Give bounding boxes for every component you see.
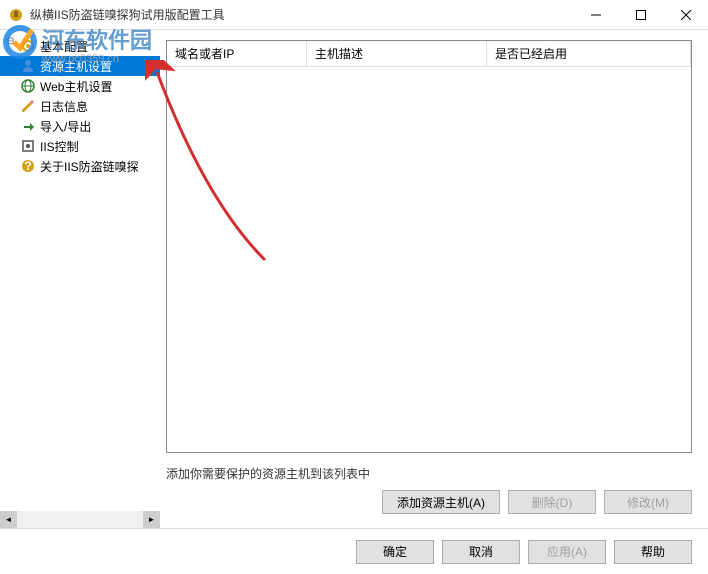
sidebar-item-basic-config[interactable]: 基本配置 <box>0 36 160 56</box>
apply-button[interactable]: 应用(A) <box>528 540 606 564</box>
sidebar-item-label: 基本配置 <box>40 38 88 55</box>
edit-button[interactable]: 修改(M) <box>604 490 692 514</box>
sidebar-item-label: 关于IIS防盗链嗅探 <box>40 158 139 175</box>
sidebar-item-label: 日志信息 <box>40 98 88 115</box>
content-panel: 域名或者IP 主机描述 是否已经启用 添加你需要保护的资源主机到该列表中 添加资… <box>160 30 708 528</box>
column-enabled[interactable]: 是否已经启用 <box>487 41 691 66</box>
column-host-desc[interactable]: 主机描述 <box>307 41 487 66</box>
maximize-button[interactable] <box>618 0 663 29</box>
svg-text:?: ? <box>24 159 31 173</box>
host-table: 域名或者IP 主机描述 是否已经启用 <box>166 40 692 453</box>
scroll-right-button[interactable]: ► <box>143 511 160 528</box>
arrow-icon <box>20 118 36 134</box>
window-title: 纵横IIS防盗链嗅探狗试用版配置工具 <box>30 6 573 23</box>
sidebar-item-about[interactable]: ? 关于IIS防盗链嗅探 <box>0 156 160 176</box>
app-icon <box>8 7 24 23</box>
add-host-button[interactable]: 添加资源主机(A) <box>382 490 500 514</box>
scroll-left-button[interactable]: ◄ <box>0 511 17 528</box>
delete-button[interactable]: 删除(D) <box>508 490 596 514</box>
close-button[interactable] <box>663 0 708 29</box>
sidebar-horizontal-scrollbar[interactable]: ◄ ► <box>0 511 160 528</box>
sidebar-item-iis-control[interactable]: IIS控制 <box>0 136 160 156</box>
sidebar-item-label: IIS控制 <box>40 138 79 155</box>
table-body[interactable] <box>167 67 691 437</box>
info-icon: ? <box>20 158 36 174</box>
help-button[interactable]: 帮助 <box>614 540 692 564</box>
sidebar-item-resource-host[interactable]: 资源主机设置 <box>0 56 160 76</box>
sidebar-item-label: 导入/导出 <box>40 118 91 135</box>
scroll-track[interactable] <box>17 511 143 528</box>
gear-icon <box>20 38 36 54</box>
cancel-button[interactable]: 取消 <box>442 540 520 564</box>
table-header: 域名或者IP 主机描述 是否已经启用 <box>167 41 691 67</box>
sidebar-item-import-export[interactable]: 导入/导出 <box>0 116 160 136</box>
globe-icon <box>20 78 36 94</box>
user-icon <box>20 58 36 74</box>
sidebar-item-label: 资源主机设置 <box>40 58 112 75</box>
control-icon <box>20 138 36 154</box>
tree-expand-icon[interactable]: ⊟ <box>6 36 14 47</box>
sidebar-item-web-host[interactable]: Web主机设置 <box>0 76 160 96</box>
sidebar-item-label: Web主机设置 <box>40 78 112 95</box>
sidebar-item-logs[interactable]: 日志信息 <box>0 96 160 116</box>
column-domain-ip[interactable]: 域名或者IP <box>167 41 307 66</box>
dialog-footer: 确定 取消 应用(A) 帮助 <box>0 528 708 574</box>
titlebar: 纵横IIS防盗链嗅探狗试用版配置工具 <box>0 0 708 30</box>
hint-text: 添加你需要保护的资源主机到该列表中 <box>166 453 692 490</box>
ok-button[interactable]: 确定 <box>356 540 434 564</box>
minimize-button[interactable] <box>573 0 618 29</box>
sidebar: ⊟ 基本配置 资源主机设置 Web主机设置 日志信息 导入/导出 IIS控制 ?… <box>0 30 160 528</box>
pencil-icon <box>20 98 36 114</box>
